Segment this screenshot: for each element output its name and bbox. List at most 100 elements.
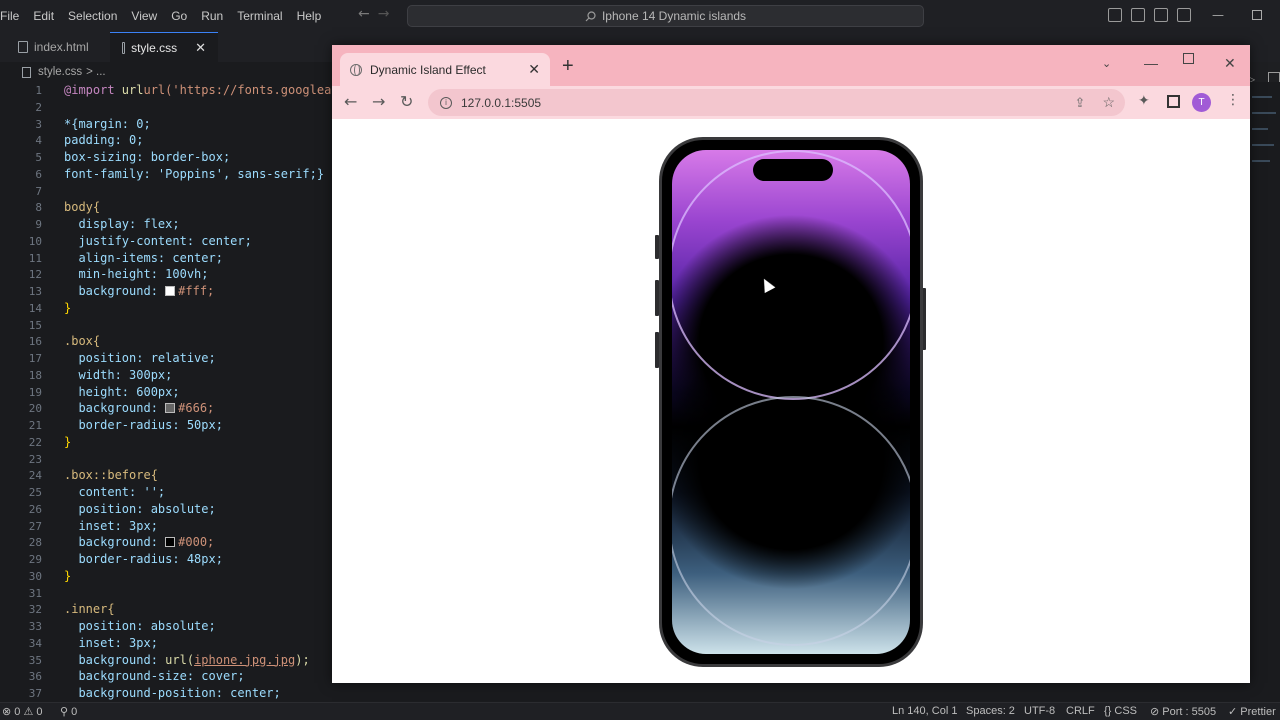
code-line: 5 box-sizing: border-box;: [35, 150, 231, 164]
code-line: 20 background: #666;: [28, 401, 215, 416]
menu-go[interactable]: Go: [164, 0, 194, 32]
close-window-icon[interactable]: ✕: [1224, 55, 1236, 72]
browser-tab[interactable]: Dynamic Island Effect ✕: [340, 53, 550, 86]
toggle-sidebar-icon[interactable]: [1108, 8, 1122, 22]
code-line: 10 justify-content: center;: [28, 233, 252, 248]
color-swatch[interactable]: [165, 286, 176, 296]
menu-help[interactable]: Help: [290, 0, 329, 32]
browser-tab-title: Dynamic Island Effect: [370, 62, 486, 77]
breadcrumb-rest[interactable]: > ...: [86, 66, 106, 78]
forward-icon[interactable]: →: [372, 92, 385, 111]
file-icon: [22, 66, 31, 78]
forward-arrow-icon[interactable]: →: [378, 6, 390, 22]
code-line: 11 align-items: center;: [28, 250, 223, 265]
ports-indicator[interactable]: ⚲ 0: [60, 705, 77, 718]
code-line: 29 border-radius: 48px;: [28, 552, 223, 566]
minimap-line: [1252, 128, 1268, 130]
indentation[interactable]: Spaces: 2: [966, 705, 1015, 717]
code-line: 28 background: #000;: [28, 535, 215, 550]
minimap-line: [1252, 96, 1272, 98]
code-line: 33 position: absolute;: [28, 619, 216, 633]
minimap-line: [1252, 160, 1270, 162]
minimize-icon[interactable]: —: [1144, 55, 1158, 71]
code-line: 15: [28, 318, 42, 332]
cursor-position[interactable]: Ln 140, Col 1: [892, 705, 957, 717]
close-icon[interactable]: ✕: [195, 40, 206, 56]
tab-search-icon[interactable]: ⌄: [1102, 57, 1111, 70]
code-line: 21 border-radius: 50px;: [28, 418, 223, 432]
prettier-status[interactable]: ✓ Prettier: [1228, 705, 1276, 718]
code-line: 34 inset: 3px;: [28, 635, 158, 650]
page-viewport: [332, 120, 1250, 683]
code-line: 23: [28, 452, 42, 466]
color-swatch[interactable]: [165, 403, 176, 414]
address-bar[interactable]: i 127.0.0.1:5505 ⇪ ☆: [428, 89, 1125, 116]
search-icon: [585, 10, 596, 21]
tab-label: style.css: [131, 40, 178, 55]
side-panel-icon[interactable]: [1167, 95, 1180, 108]
file-icon: [122, 41, 126, 54]
toggle-secondary-sidebar-icon[interactable]: [1154, 8, 1168, 22]
maximize-icon[interactable]: [1183, 53, 1194, 64]
reload-icon[interactable]: ↻: [400, 92, 413, 111]
code-line: 27 inset: 3px;: [28, 518, 158, 533]
layout-controls: [1108, 8, 1191, 22]
code-line: 6 font-family: 'Poppins', sans-serif;}: [35, 166, 325, 181]
code-line: 35 background: url(iphone.jpg.jpg);: [28, 652, 310, 667]
back-icon[interactable]: ←: [344, 92, 357, 111]
code-line: 37 background-position: center;: [28, 686, 281, 700]
tab-label: index.html: [34, 40, 89, 54]
tab-index-html[interactable]: index.html: [6, 32, 114, 62]
line-ending[interactable]: CRLF: [1066, 705, 1095, 717]
breadcrumb-file[interactable]: style.css: [38, 66, 82, 78]
code-line: 19 height: 600px;: [28, 384, 180, 399]
code-line: 12 min-height: 100vh;: [28, 267, 209, 282]
maximize-icon[interactable]: [1252, 10, 1262, 20]
new-tab-button[interactable]: +: [562, 55, 574, 78]
phone-body: [659, 137, 923, 667]
browser-tabstrip: Dynamic Island Effect ✕ + ⌄ — ✕: [332, 45, 1250, 86]
menu-run[interactable]: Run: [194, 0, 230, 32]
problems-indicator[interactable]: ⊗ 0 ⚠ 0: [2, 705, 43, 718]
vscode-titlebar: File Edit Selection View Go Run Terminal…: [0, 0, 1280, 32]
extensions-icon[interactable]: ✦: [1138, 93, 1150, 109]
profile-avatar[interactable]: T: [1192, 93, 1211, 112]
menu-edit[interactable]: Edit: [26, 0, 61, 32]
globe-icon: [350, 63, 362, 76]
status-bar: ⊗ 0 ⚠ 0 ⚲ 0 Ln 140, Col 1 Spaces: 2 UTF-…: [0, 702, 1280, 720]
tab-style-css[interactable]: style.css ✕: [110, 32, 218, 62]
encoding[interactable]: UTF-8: [1024, 705, 1055, 717]
code-line: 31: [28, 586, 42, 600]
code-line: 13 background: #fff;: [28, 284, 215, 298]
share-icon[interactable]: ⇪: [1075, 95, 1086, 111]
command-center[interactable]: Iphone 14 Dynamic islands: [407, 5, 924, 27]
dynamic-island[interactable]: [753, 159, 833, 181]
menu-view[interactable]: View: [124, 0, 164, 32]
url-text: 127.0.0.1:5505: [461, 95, 542, 110]
code-line: 7: [35, 184, 42, 198]
more-menu-icon[interactable]: ⋮: [1226, 92, 1240, 108]
minimap-line: [1252, 112, 1276, 114]
live-server-port[interactable]: ⊘ Port : 5505: [1150, 705, 1216, 718]
menu-file[interactable]: File: [0, 0, 26, 32]
code-line: 1 @import urlurl('https://fonts.googleapi…: [35, 83, 368, 97]
customize-layout-icon[interactable]: [1177, 8, 1191, 22]
wallpaper-upper-arc: [672, 150, 910, 400]
code-line: 8 body{: [35, 200, 101, 215]
menu-terminal[interactable]: Terminal: [230, 0, 289, 32]
code-line: 32 .inner{: [28, 602, 115, 617]
color-swatch[interactable]: [165, 537, 176, 548]
code-line: 17 position: relative;: [28, 351, 216, 365]
bookmark-star-icon[interactable]: ☆: [1102, 94, 1115, 111]
close-tab-icon[interactable]: ✕: [528, 61, 540, 78]
language-mode[interactable]: {} CSS: [1104, 705, 1137, 717]
code-line: 3 *{margin: 0;: [35, 116, 151, 131]
browser-window: Dynamic Island Effect ✕ + ⌄ — ✕ ← → ↻ i …: [332, 45, 1250, 683]
code-line: 9 display: flex;: [35, 217, 180, 231]
back-arrow-icon[interactable]: ←: [358, 6, 370, 22]
toggle-panel-icon[interactable]: [1131, 8, 1145, 22]
site-info-icon[interactable]: i: [440, 96, 452, 109]
phone-bezel: [662, 140, 920, 664]
menu-selection[interactable]: Selection: [61, 0, 124, 32]
minimize-icon[interactable]: —: [1212, 8, 1224, 22]
